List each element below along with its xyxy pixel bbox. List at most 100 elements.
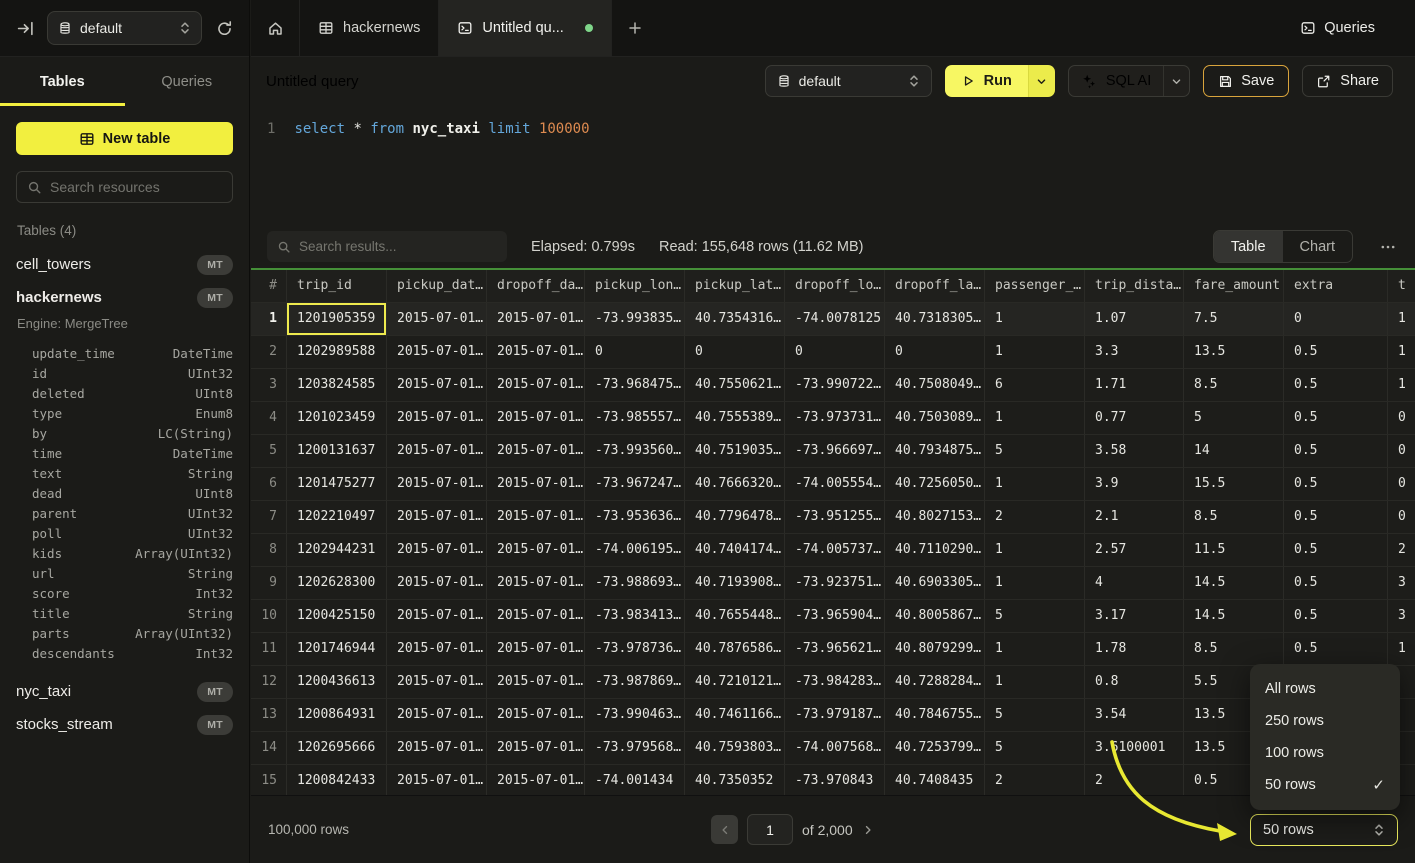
cell[interactable]: 2 <box>1388 534 1415 566</box>
cell[interactable]: 40.7461166… <box>685 699 785 731</box>
cell[interactable]: 1 <box>1388 633 1415 665</box>
cell[interactable]: 2015-07-01… <box>387 732 487 764</box>
save-button[interactable]: Save <box>1203 65 1289 97</box>
cell[interactable]: 0 <box>1284 303 1388 335</box>
sidebar-item-nyc_taxi[interactable]: nyc_taxi MT <box>16 675 233 708</box>
cell[interactable]: 2015-07-01… <box>487 468 585 500</box>
cell[interactable]: 2015-07-01… <box>387 336 487 368</box>
cell[interactable]: 1200425150 <box>287 600 387 632</box>
cell[interactable]: 40.7210121… <box>685 666 785 698</box>
cell[interactable]: 1 <box>1388 336 1415 368</box>
cell[interactable]: 2015-07-01… <box>487 699 585 731</box>
cell[interactable]: 40.7354316… <box>685 303 785 335</box>
new-table-button[interactable]: New table <box>16 122 233 155</box>
cell[interactable]: 2015-07-01… <box>387 435 487 467</box>
cell[interactable]: 3.3 <box>1085 336 1184 368</box>
cell[interactable]: -73.979187… <box>785 699 885 731</box>
cell[interactable]: 40.8079299… <box>885 633 985 665</box>
cell[interactable]: 2015-07-01… <box>487 336 585 368</box>
cell[interactable]: -73.967247… <box>585 468 685 500</box>
cell[interactable]: 0 <box>785 336 885 368</box>
new-tab-button[interactable] <box>612 0 658 56</box>
cell[interactable]: 2015-07-01… <box>487 402 585 434</box>
sidebar-item-stocks_stream[interactable]: stocks_stream MT <box>16 708 233 741</box>
next-page-button[interactable] <box>862 824 874 836</box>
cell[interactable]: 1200864931 <box>287 699 387 731</box>
cell[interactable]: 14 <box>1184 435 1284 467</box>
run-options-button[interactable] <box>1028 65 1055 97</box>
sql-ai-button[interactable]: SQL AI <box>1069 73 1163 89</box>
cell[interactable]: 40.7550621… <box>685 369 785 401</box>
cell[interactable]: 0.5 <box>1284 369 1388 401</box>
cell[interactable]: 2015-07-01… <box>487 732 585 764</box>
prev-page-button[interactable] <box>711 815 738 844</box>
cell[interactable]: 2015-07-01… <box>387 765 487 795</box>
run-button[interactable]: Run <box>945 65 1028 97</box>
cell[interactable]: 5 <box>985 732 1085 764</box>
cell[interactable]: 3.17 <box>1085 600 1184 632</box>
cell[interactable]: 7.5 <box>1184 303 1284 335</box>
sidebar-item-cell_towers[interactable]: cell_towers MT <box>16 248 233 281</box>
row-number[interactable]: 5 <box>251 435 287 467</box>
share-button[interactable]: Share <box>1302 65 1393 97</box>
cell[interactable]: 2015-07-01… <box>387 666 487 698</box>
cell[interactable]: 0 <box>1388 435 1415 467</box>
cell[interactable]: 1203824585 <box>287 369 387 401</box>
column-header-trip_id[interactable]: trip_id <box>287 270 387 302</box>
cell[interactable]: 1 <box>985 567 1085 599</box>
cell[interactable]: 1202210497 <box>287 501 387 533</box>
rows-menu-item[interactable]: 250 rows <box>1250 705 1400 737</box>
column-header-trip_dista[interactable]: trip_dista… <box>1085 270 1184 302</box>
cell[interactable]: -73.973731… <box>785 402 885 434</box>
cell[interactable]: 2015-07-01… <box>387 402 487 434</box>
cell[interactable]: 3 <box>1388 600 1415 632</box>
cell[interactable]: 40.7655448… <box>685 600 785 632</box>
cell[interactable]: -73.990463… <box>585 699 685 731</box>
cell[interactable]: 0.5 <box>1284 567 1388 599</box>
rows-per-page-select[interactable]: 50 rows <box>1250 814 1398 846</box>
cell[interactable]: -73.966697… <box>785 435 885 467</box>
cell[interactable]: 40.7318305… <box>885 303 985 335</box>
cell[interactable]: 13.5 <box>1184 336 1284 368</box>
cell[interactable]: -73.985557… <box>585 402 685 434</box>
cell[interactable]: -73.993560… <box>585 435 685 467</box>
cell[interactable]: 1 <box>985 468 1085 500</box>
column-header-pickup_lon[interactable]: pickup_lon… <box>585 270 685 302</box>
tab-home[interactable] <box>251 0 300 56</box>
cell[interactable]: -74.0078125 <box>785 303 885 335</box>
cell[interactable]: 1.78 <box>1085 633 1184 665</box>
cell[interactable]: 8.5 <box>1184 369 1284 401</box>
cell[interactable]: 2.57 <box>1085 534 1184 566</box>
cell[interactable]: 0 <box>685 336 785 368</box>
row-number[interactable]: 11 <box>251 633 287 665</box>
sidebar-search[interactable] <box>16 171 233 203</box>
query-database-selector[interactable]: default <box>765 65 932 97</box>
row-number[interactable]: 12 <box>251 666 287 698</box>
cell[interactable]: -74.005554… <box>785 468 885 500</box>
cell[interactable]: 1 <box>1388 369 1415 401</box>
cell[interactable]: 40.7350352 <box>685 765 785 795</box>
results-more-button[interactable] <box>1377 238 1399 256</box>
row-number[interactable]: 15 <box>251 765 287 795</box>
cell[interactable]: 0 <box>885 336 985 368</box>
cell[interactable]: 3.54 <box>1085 699 1184 731</box>
page-number-input[interactable] <box>747 814 793 845</box>
cell[interactable]: 5 <box>985 600 1085 632</box>
cell[interactable]: 40.7593803… <box>685 732 785 764</box>
column-header-rownum[interactable]: # <box>251 270 287 302</box>
cell[interactable]: 1202695666 <box>287 732 387 764</box>
cell[interactable]: 2015-07-01… <box>387 633 487 665</box>
cell[interactable]: 2015-07-01… <box>387 501 487 533</box>
cell[interactable]: 2015-07-01… <box>387 699 487 731</box>
row-number[interactable]: 1 <box>251 303 287 335</box>
column-header-dropoff_lo[interactable]: dropoff_lo… <box>785 270 885 302</box>
cell[interactable]: 0.8 <box>1085 666 1184 698</box>
cell[interactable]: 1 <box>985 402 1085 434</box>
cell[interactable]: 2015-07-01… <box>487 369 585 401</box>
cell[interactable]: 2015-07-01… <box>387 468 487 500</box>
rows-menu-item[interactable]: 100 rows <box>1250 737 1400 769</box>
cell[interactable]: -73.979568… <box>585 732 685 764</box>
cell[interactable]: 0 <box>1388 402 1415 434</box>
rows-menu-item[interactable]: 50 rows✓ <box>1250 769 1400 801</box>
cell[interactable]: 2015-07-01… <box>487 435 585 467</box>
